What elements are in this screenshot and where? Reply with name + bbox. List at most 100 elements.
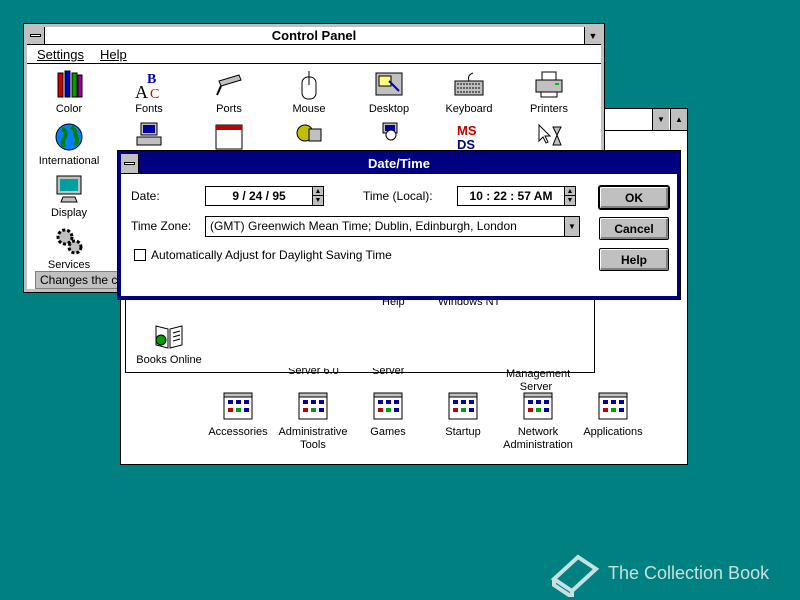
svg-text:DS: DS [457,137,475,152]
program-group-icon [448,392,478,420]
program-group-icon [523,392,553,420]
books-online-icon-item[interactable]: Books Online [129,320,209,366]
cursors-icon-item[interactable] [509,121,589,155]
dialog-titlebar[interactable]: Date/Time [121,154,677,174]
control-panel-title: Control Panel [271,28,357,43]
msdos-icon-item[interactable]: MS DS [429,121,509,155]
ports-icon [216,74,242,96]
network-icon-item[interactable] [269,121,349,155]
control-panel-menubar: Settings Help [27,45,601,64]
display-label: Display [50,207,88,219]
program-group-label: Startup [445,426,481,438]
help-button[interactable]: Help [599,248,669,271]
timezone-label: Time Zone: [131,219,192,233]
msdos-icon: MSDS [457,123,477,152]
minimize-button[interactable]: ▼ [652,109,669,130]
keyboard-label: Keyboard [445,103,493,115]
dialog-title: Date/Time [368,156,430,171]
minimize-button[interactable]: ▼ [584,27,601,44]
international-label: International [38,155,100,167]
cancel-button[interactable]: Cancel [599,217,669,240]
computer-icon [136,122,162,146]
svg-text:C: C [150,87,159,101]
program-group-label: Administrative Tools [278,426,348,451]
system-menu-button[interactable] [121,154,139,173]
server-icon [382,122,398,141]
color-icon-item[interactable]: Color [29,69,109,115]
desktop-icon-item[interactable]: Desktop [349,69,429,115]
status-text: Changes the c [40,273,118,287]
control-panel-titlebar[interactable]: Control Panel ▼ [27,27,601,45]
spin-up-icon[interactable]: ▲ [313,187,323,196]
desktop-icon [375,72,403,96]
mouse-icon-item[interactable]: Mouse [269,69,349,115]
menu-help[interactable]: Help [100,47,127,62]
spin-down-icon[interactable]: ▼ [313,196,323,205]
svg-text:A: A [135,82,148,101]
mouse-label: Mouse [292,103,326,115]
time-field[interactable]: 10 : 22 : 57 AM [457,186,565,206]
date-spinner[interactable]: ▲ ▼ [312,186,324,206]
program-group-icon [298,392,328,420]
datetime-icon-item[interactable] [189,121,269,155]
system-menu-button[interactable] [27,27,45,44]
services-icon-item[interactable]: Services [29,225,109,271]
display-icon-item[interactable]: Display [29,173,109,219]
chevron-down-icon[interactable]: ▼ [564,216,580,237]
services-label: Services [47,259,91,271]
ports-icon-item[interactable]: Ports [189,69,269,115]
management-server-label: Management Server [506,368,571,393]
watermark: The Collection Book [548,548,798,598]
printers-label: Printers [530,103,568,115]
program-group-icon [598,392,628,420]
color-icon [57,70,83,98]
server-icon-item[interactable] [349,121,429,155]
color-label: Color [55,103,83,115]
calendar-icon [215,124,243,150]
ports-label: Ports [216,103,242,115]
cursor-icon [538,123,562,146]
spin-down-icon[interactable]: ▼ [565,196,575,205]
network-icon [296,124,322,142]
watermark-text: The Collection Book [608,562,770,583]
partial-label-server: Server [372,368,405,377]
date-label: Date: [131,189,160,203]
fonts-icon-item[interactable]: B A C Fonts [109,69,189,115]
menu-settings[interactable]: Settings [37,47,84,62]
timezone-select[interactable]: (GMT) Greenwich Mean Time; Dublin, Edinb… [205,216,565,237]
book-icon [155,325,183,349]
international-icon-item[interactable]: International [29,121,109,167]
fonts-label: Fonts [135,103,163,115]
program-group-icon-item[interactable]: Applications [568,391,658,439]
program-group-label: Network Administration [503,426,573,451]
display-icon [56,175,82,203]
book-icon [550,554,600,597]
desktop-label: Desktop [368,103,410,115]
books-online-label: Books Online [136,354,202,366]
dst-label: Automatically Adjust for Daylight Saving… [151,248,392,262]
printer-icon [535,71,563,98]
program-group-icon [373,392,403,420]
mouse-icon [301,71,317,100]
gears-icon [56,228,83,255]
time-spinner[interactable]: ▲ ▼ [564,186,576,206]
computer-icon-item[interactable] [109,121,189,155]
program-group-label: Applications [583,426,643,438]
time-label: Time (Local): [363,189,433,203]
spin-up-icon[interactable]: ▲ [565,187,575,196]
datetime-dialog: Date/Time Date: 9 / 24 / 95 ▲ ▼ Time (Lo… [117,150,681,300]
maximize-button[interactable]: ▲ [670,109,687,130]
keyboard-icon [454,72,484,96]
globe-icon [55,123,83,151]
date-field[interactable]: 9 / 24 / 95 [205,186,313,206]
fonts-icon: B A C [135,72,159,101]
printers-icon-item[interactable]: Printers [509,69,589,115]
partial-label-server-60: Server 6.0 [288,368,339,377]
dst-checkbox[interactable] [134,249,146,261]
svg-text:B: B [147,72,156,87]
svg-text:MS: MS [457,123,477,138]
keyboard-icon-item[interactable]: Keyboard [429,69,509,115]
ok-button[interactable]: OK [598,185,670,210]
program-group-icon [223,392,253,420]
program-group-label: Games [370,426,406,438]
